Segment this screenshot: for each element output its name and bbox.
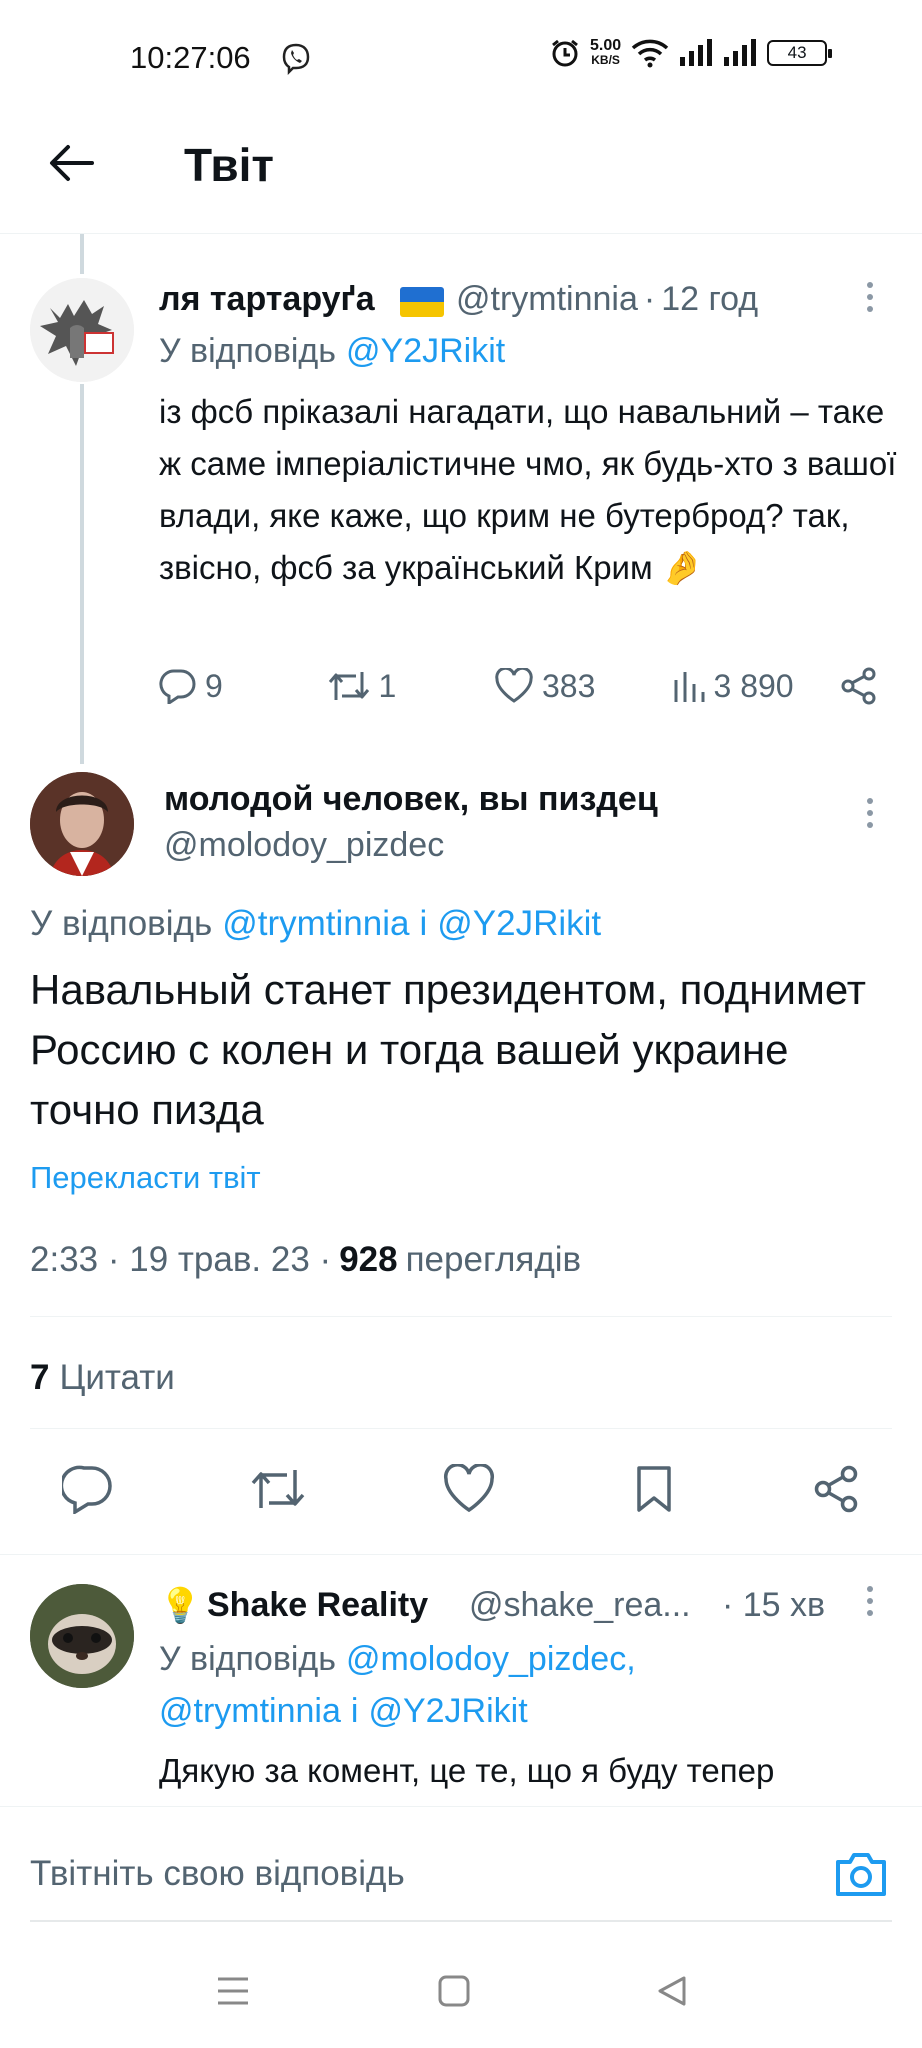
more-options-icon[interactable] [860, 796, 880, 830]
author-handle[interactable]: @molodoy_pizdec [164, 826, 444, 865]
more-options-icon[interactable] [860, 280, 880, 314]
tweet-actions: 9 1 383 3 890 [159, 666, 879, 706]
bookmark-icon[interactable] [631, 1464, 677, 1514]
translate-link[interactable]: Перекласти твіт [30, 1160, 261, 1196]
signal-icon-2 [723, 39, 757, 67]
back-triangle-icon[interactable] [656, 1975, 688, 2007]
thread-line [80, 234, 84, 274]
views-button[interactable]: 3 890 [672, 668, 832, 705]
reply-icon [159, 668, 197, 704]
mention-link[interactable]: @trymtinnia [159, 1692, 341, 1731]
author-name[interactable]: Shake Reality [207, 1586, 428, 1625]
page-title: Твіт [184, 139, 274, 191]
retweet-button[interactable]: 1 [327, 668, 487, 705]
replying-to: У відповідь @Y2JRikit [159, 332, 506, 371]
replying-to: У відповідь @trymtinnia і @Y2JRikit [30, 904, 602, 944]
lightbulb-emoji-icon: 💡 [159, 1587, 202, 1625]
alarm-icon [550, 38, 580, 68]
share-icon[interactable] [812, 1464, 862, 1514]
signal-icon-1 [679, 39, 713, 67]
author-handle[interactable]: @trymtinnia [456, 280, 638, 319]
avatar[interactable] [30, 278, 134, 382]
wifi-icon [631, 38, 669, 68]
heart-icon[interactable] [442, 1464, 496, 1514]
recent-apps-icon[interactable] [216, 1975, 250, 2007]
reply-icon[interactable] [62, 1464, 114, 1514]
author-meta: @trymtinnia · 12 год [456, 280, 759, 319]
battery-icon: 43 [767, 40, 833, 66]
avatar[interactable] [30, 772, 134, 876]
replying-to-continued: @trymtinnia і @Y2JRikit [159, 1692, 528, 1731]
tweet-text: Навальный станет президентом, поднимет Р… [30, 966, 867, 1133]
status-icons: 5.00 KB/S 43 [550, 37, 833, 68]
more-options-icon[interactable] [860, 1584, 880, 1618]
retweet-icon[interactable] [249, 1464, 307, 1514]
heart-icon [494, 668, 534, 704]
mention-link[interactable]: @molodoy_pizdec, [346, 1640, 636, 1679]
divider [30, 1428, 892, 1429]
mention-link[interactable]: @Y2JRikit [437, 904, 601, 944]
back-arrow-icon[interactable] [48, 143, 94, 183]
replying-to: У відповідь @molodoy_pizdec, [159, 1640, 636, 1679]
mention-link[interactable]: @Y2JRikit [368, 1692, 527, 1731]
top-app-bar [0, 110, 922, 234]
divider [0, 1554, 922, 1555]
share-icon [839, 666, 879, 706]
thread-line [80, 384, 84, 764]
tweet-actions [62, 1464, 862, 1514]
views-chart-icon [672, 668, 708, 704]
tweet-time[interactable]: · 15 хв [722, 1586, 825, 1625]
author-name[interactable]: молодой человек, вы пиздец [164, 780, 658, 819]
author-name[interactable]: ля тартаруґа [159, 280, 375, 319]
divider [30, 1316, 892, 1317]
tweet-timestamp: 2:33 · 19 трав. 23 · 928 переглядів [30, 1240, 582, 1279]
input-underline [30, 1920, 892, 1922]
camera-icon[interactable] [834, 1850, 888, 1898]
tweet-text: Дякую за комент, це те, що я буду тепер [159, 1752, 775, 1789]
mention-link[interactable]: @trymtinnia [222, 904, 409, 944]
avatar[interactable] [30, 1584, 134, 1688]
ukraine-flag-icon [400, 287, 444, 317]
share-button[interactable] [839, 666, 879, 706]
net-speed: 5.00 KB/S [590, 37, 622, 68]
viber-notification-icon [279, 42, 313, 76]
author-handle[interactable]: @shake_rea... [469, 1586, 691, 1625]
like-button[interactable]: 383 [494, 668, 664, 705]
home-icon[interactable] [438, 1975, 470, 2007]
views-count: 928 [339, 1240, 398, 1279]
reply-button[interactable]: 9 [159, 668, 319, 705]
status-clock: 10:27:06 [130, 40, 251, 75]
mention-link[interactable]: @Y2JRikit [346, 332, 505, 371]
tweet-time[interactable]: 12 год [661, 280, 758, 319]
quotes-link[interactable]: 7 Цитати [30, 1358, 175, 1398]
reply-input[interactable]: Твітніть свою відповідь [30, 1854, 405, 1894]
tweet-text: із фсб пріказалі нагадати, що навальний … [159, 393, 897, 586]
retweet-icon [327, 668, 371, 704]
